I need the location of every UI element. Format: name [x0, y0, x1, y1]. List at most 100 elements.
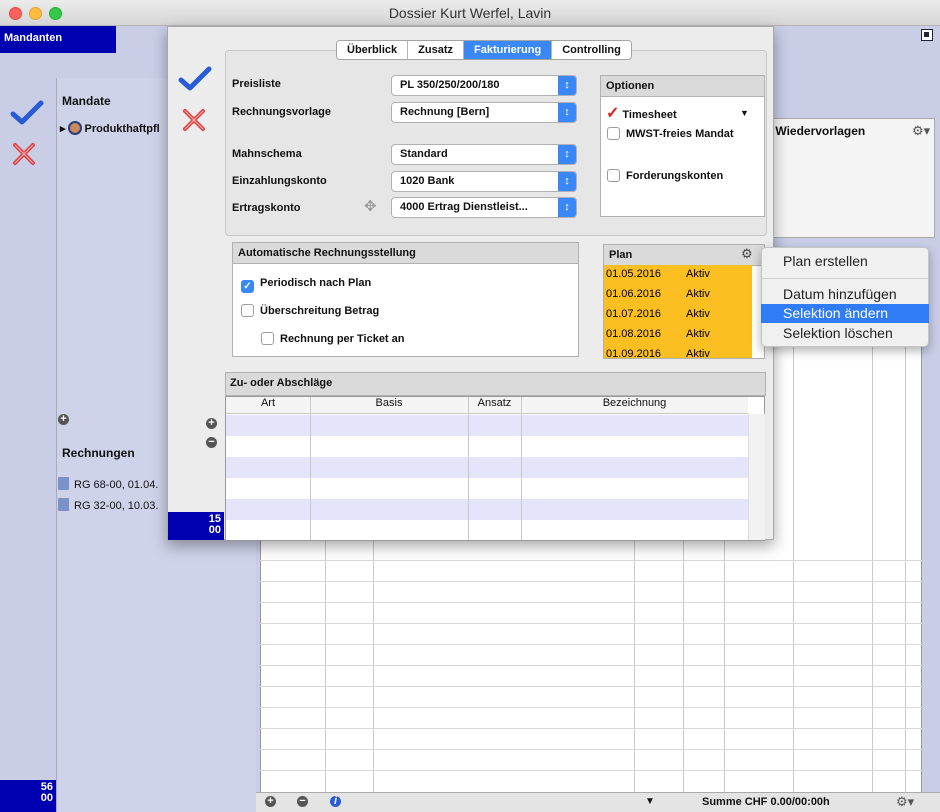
checkbox-box[interactable] [241, 304, 254, 317]
plan-status: Aktiv [686, 268, 710, 280]
add-circle-icon[interactable]: + [58, 414, 69, 425]
table-column-divider [468, 397, 469, 540]
mwst-checkbox[interactable]: MWST-freies Mandat [607, 127, 734, 140]
plan-date: 01.06.2016 [606, 288, 662, 300]
auto-rechnung-header: Automatische Rechnungsstellung [233, 243, 578, 264]
preisliste-select[interactable]: PL 350/250/200/180 [391, 75, 577, 96]
grid-row-line [260, 560, 922, 561]
mahnschema-label: Mahnschema [232, 148, 302, 160]
ertragskonto-select[interactable]: 4000 Ertrag Dienstleist... [391, 197, 577, 218]
rechnung-item[interactable]: RG 32-00, 10.03. [58, 498, 158, 512]
rechnung-label: RG 68-00, 01.04. [74, 479, 159, 491]
table-scrollbar[interactable] [748, 414, 765, 540]
ueberschreitung-label: Überschreitung Betrag [260, 305, 380, 317]
mandate-item[interactable]: ▸ Produkthaftpfl [60, 121, 160, 135]
plan-header: Plan [604, 245, 764, 266]
mandate-header: Mandate [62, 94, 111, 108]
dropdown-arrow-icon[interactable]: ▼ [645, 796, 655, 807]
tab-ueberblick[interactable]: Überblick [337, 41, 409, 59]
optionen-header: Optionen [601, 76, 764, 97]
grid-row-line [260, 686, 922, 687]
red-checkmark-icon: ✓ [606, 105, 620, 122]
confirm-checkmark-icon[interactable] [178, 66, 212, 92]
person-icon [67, 121, 82, 135]
grid-row-line [260, 581, 922, 582]
forderungskonten-checkbox[interactable]: Forderungskonten [607, 169, 723, 182]
grid-column-divider [872, 345, 873, 792]
tab-controlling[interactable]: Controlling [552, 41, 631, 59]
document-icon [58, 477, 69, 490]
plan-row[interactable]: 01.05.2016 Aktiv [604, 265, 752, 285]
table-row[interactable] [226, 415, 748, 436]
remove-circle-icon[interactable]: − [297, 796, 308, 807]
cancel-cross-icon[interactable] [182, 108, 206, 132]
column-header-basis[interactable]: Basis [310, 397, 468, 409]
grid-row-line [260, 644, 922, 645]
checkbox-box[interactable] [607, 127, 620, 140]
cross-icon[interactable] [12, 142, 36, 166]
menu-separator [762, 278, 928, 279]
tab-fakturierung[interactable]: Fakturierung [463, 41, 553, 59]
periodisch-checkbox[interactable]: ✓ Periodisch nach Plan [241, 277, 371, 293]
remove-row-icon[interactable]: − [206, 437, 217, 448]
column-header-bezeichnung[interactable]: Bezeichnung [521, 397, 748, 409]
rechnung-label: RG 32-00, 10.03. [74, 500, 159, 512]
timesheet-option[interactable]: ✓ Timesheet [606, 103, 677, 123]
timesheet-label: Timesheet [622, 109, 677, 121]
checkmark-icon[interactable] [10, 100, 44, 126]
add-circle-icon[interactable]: + [265, 796, 276, 807]
plan-date: 01.09.2016 [606, 348, 662, 358]
counter-bottom: 00 [208, 524, 221, 536]
counter-box: 56 00 [0, 780, 56, 812]
mwst-label: MWST-freies Mandat [626, 128, 734, 140]
einzahlungskonto-label: Einzahlungskonto [232, 175, 327, 187]
mahnschema-select[interactable]: Standard [391, 144, 577, 165]
menu-item-plan-erstellen[interactable]: Plan erstellen [783, 253, 868, 269]
checkbox-box[interactable] [607, 169, 620, 182]
rechnungen-header: Rechnungen [62, 446, 135, 460]
document-icon [58, 498, 69, 511]
fullscreen-icon[interactable] [921, 29, 933, 41]
menu-item-selektion-aendern[interactable]: Selektion ändern [761, 304, 929, 323]
gear-icon[interactable]: ⚙▾ [896, 794, 914, 810]
arrows-move-icon[interactable]: ✥ [364, 197, 377, 215]
gear-icon[interactable]: ⚙▾ [912, 123, 930, 139]
grid-row-line [260, 749, 922, 750]
table-row[interactable] [226, 499, 748, 520]
column-header-art[interactable]: Art [226, 397, 310, 409]
menu-item-selektion-loeschen[interactable]: Selektion löschen [783, 325, 893, 341]
menu-item-datum-hinzufuegen[interactable]: Datum hinzufügen [783, 286, 897, 302]
plan-row[interactable]: 01.08.2016 Aktiv [604, 325, 752, 345]
plan-status: Aktiv [686, 288, 710, 300]
grid-column-divider [793, 345, 794, 792]
mandanten-label: Mandanten [0, 26, 116, 53]
plan-row[interactable]: 01.07.2016 Aktiv [604, 305, 752, 325]
zu-abschlaege-header: Zu- oder Abschläge [230, 377, 333, 389]
grid-row-line [260, 707, 922, 708]
plan-status: Aktiv [686, 308, 710, 320]
tab-zusatz[interactable]: Zusatz [408, 41, 464, 59]
ueberschreitung-checkbox[interactable]: Überschreitung Betrag [241, 304, 379, 317]
checkbox-box[interactable] [261, 332, 274, 345]
einzahlungskonto-select[interactable]: 1020 Bank [391, 171, 577, 192]
disclosure-triangle-icon[interactable]: ▸ [60, 123, 66, 135]
grid-row-line [260, 770, 922, 771]
plan-date: 01.07.2016 [606, 308, 662, 320]
plan-row[interactable]: 01.06.2016 Aktiv [604, 285, 752, 305]
dialog-counter-box: 15 00 [168, 512, 224, 540]
rechnung-item[interactable]: RG 68-00, 01.04. [58, 477, 158, 491]
gear-icon[interactable]: ⚙ [741, 246, 753, 262]
table-row[interactable] [226, 457, 748, 478]
rechnungsvorlage-select[interactable]: Rechnung [Bern] [391, 102, 577, 123]
dropdown-arrow-icon[interactable]: ▼ [740, 108, 749, 118]
grid-column-divider [905, 345, 906, 792]
ticket-checkbox[interactable]: Rechnung per Ticket an [261, 332, 405, 345]
column-header-ansatz[interactable]: Ansatz [468, 397, 521, 409]
info-icon[interactable]: i [330, 796, 341, 807]
add-row-icon[interactable]: + [206, 418, 217, 429]
window-title: Dossier Kurt Werfel, Lavin [388, 5, 552, 21]
periodisch-label: Periodisch nach Plan [260, 277, 372, 289]
plan-row[interactable]: 01.09.2016 Aktiv [604, 345, 752, 358]
grid-row-line [260, 602, 922, 603]
checkbox-checked-icon[interactable]: ✓ [241, 280, 254, 293]
